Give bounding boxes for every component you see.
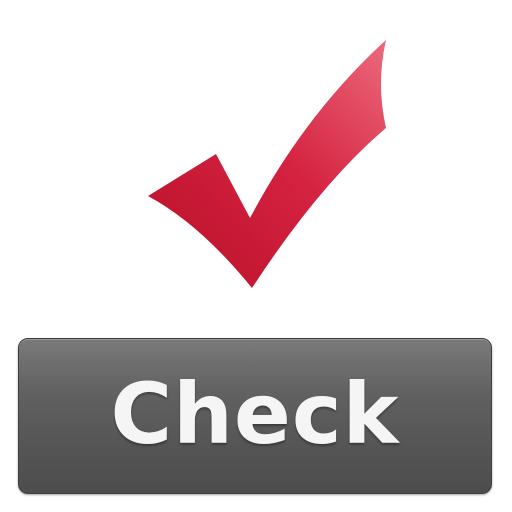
check-widget: Check (0, 0, 512, 512)
check-button[interactable]: Check (18, 338, 492, 494)
checkmark-icon (148, 40, 386, 288)
check-button-label: Check (110, 365, 400, 463)
